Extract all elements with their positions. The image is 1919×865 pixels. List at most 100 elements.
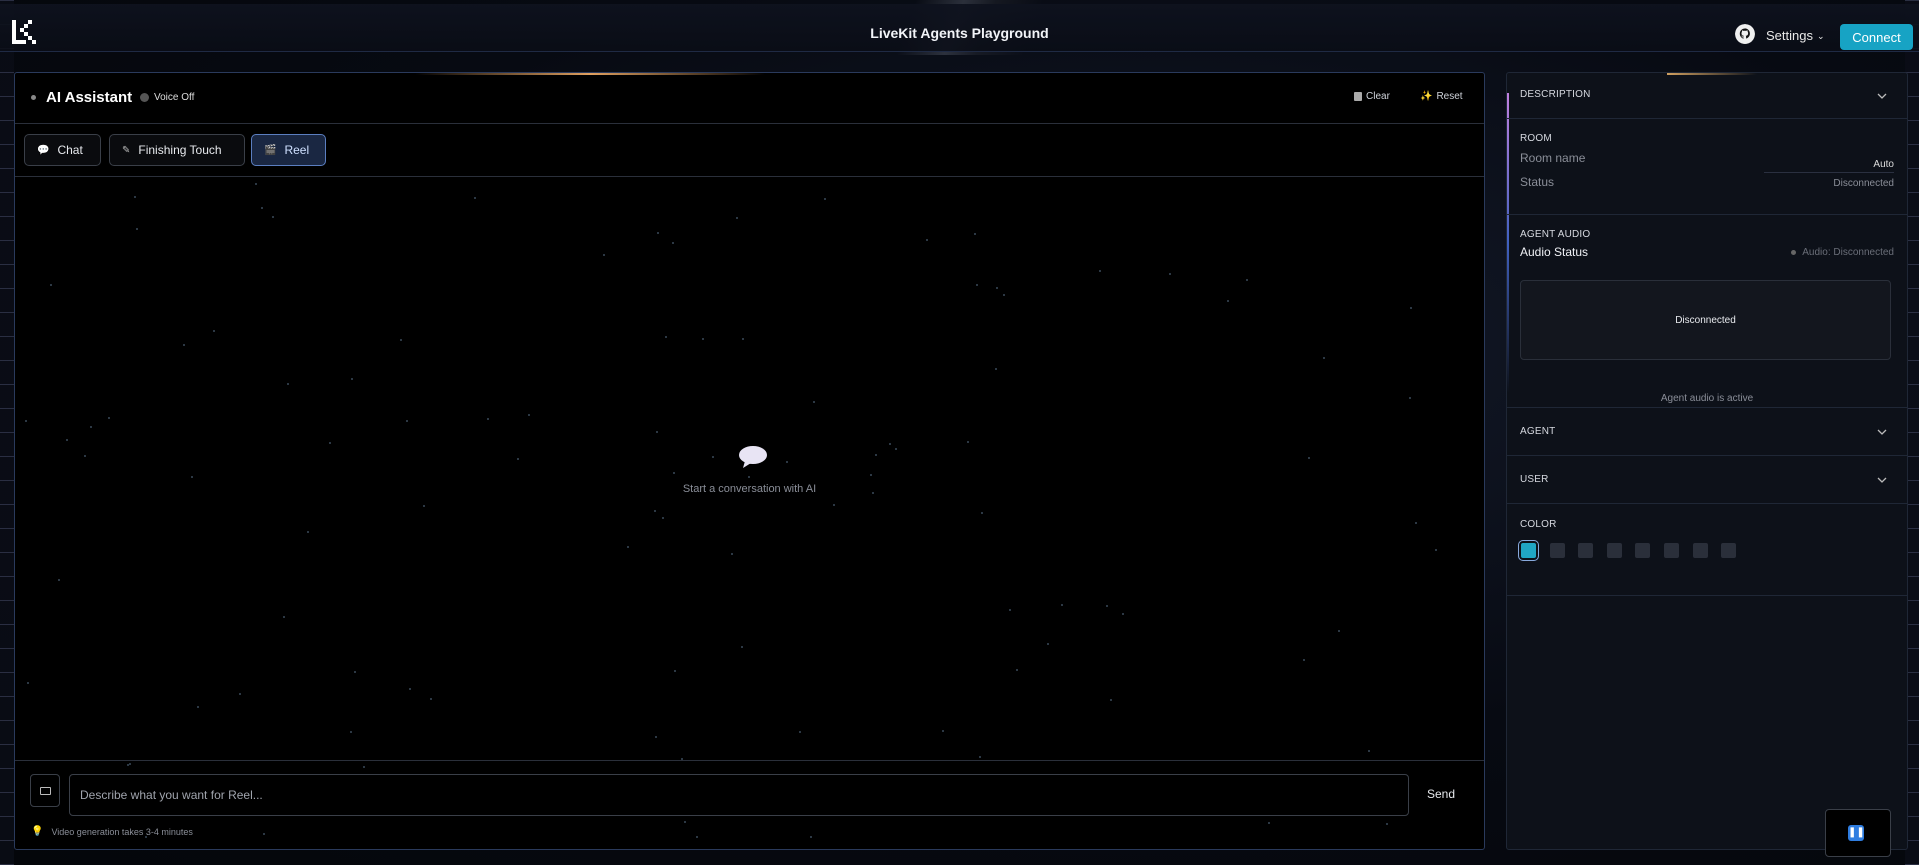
- settings-dropdown[interactable]: Settings ⌄: [1766, 28, 1825, 43]
- user-title: USER: [1520, 474, 1549, 485]
- brush-icon: ✎: [122, 144, 131, 156]
- star-decoration: [889, 443, 891, 445]
- star-decoration: [895, 448, 897, 450]
- hint-text: Video generation takes 3-4 minutes: [51, 826, 193, 837]
- star-decoration: [996, 287, 998, 289]
- lightbulb-icon: 💡: [31, 826, 44, 837]
- clear-label: Clear: [1366, 91, 1390, 102]
- star-decoration: [134, 196, 136, 198]
- chevron-down-icon: [1877, 477, 1887, 483]
- star-decoration: [1308, 457, 1310, 459]
- description-section[interactable]: DESCRIPTION: [1507, 73, 1907, 119]
- star-decoration: [657, 232, 659, 234]
- tab-label: Chat: [57, 143, 83, 157]
- agent-section[interactable]: AGENT: [1507, 408, 1907, 456]
- star-decoration: [287, 383, 289, 385]
- star-decoration: [1303, 659, 1305, 661]
- star-decoration: [1368, 750, 1370, 752]
- star-decoration: [875, 454, 877, 456]
- star-decoration: [409, 688, 411, 690]
- reset-label: Reset: [1436, 91, 1463, 102]
- star-decoration: [1099, 270, 1101, 272]
- tab-reel[interactable]: 🎬 Reel: [251, 134, 326, 166]
- star-decoration: [1227, 300, 1229, 302]
- status-dot-icon: [31, 95, 36, 100]
- star-decoration: [90, 426, 92, 428]
- star-decoration: [25, 420, 27, 422]
- trash-icon: [1354, 92, 1362, 101]
- star-decoration: [191, 476, 193, 478]
- star-decoration: [741, 646, 743, 648]
- description-title: DESCRIPTION: [1520, 89, 1591, 100]
- color-swatch[interactable]: [1635, 543, 1651, 558]
- star-decoration: [283, 616, 285, 618]
- star-decoration: [487, 418, 489, 420]
- color-swatch[interactable]: [1549, 543, 1565, 558]
- star-decoration: [926, 239, 928, 241]
- color-swatch[interactable]: [1692, 543, 1708, 558]
- star-decoration: [27, 682, 29, 684]
- attach-image-button[interactable]: [30, 774, 60, 807]
- star-decoration: [406, 420, 408, 422]
- agent-title: AGENT: [1520, 426, 1556, 437]
- voice-status: Voice Off: [154, 92, 195, 103]
- chevron-down-icon: [1877, 429, 1887, 435]
- audio-active-text: Agent audio is active: [1660, 393, 1754, 404]
- reset-button[interactable]: ✨ Reset: [1420, 91, 1463, 102]
- clear-button[interactable]: Clear: [1354, 91, 1390, 102]
- chat-panel: AI Assistant Voice Off Clear ✨ Reset 💬 C…: [14, 72, 1485, 850]
- room-name-input[interactable]: [1764, 157, 1894, 173]
- star-decoration: [981, 512, 983, 514]
- star-decoration: [967, 441, 969, 443]
- mode-tabs: 💬 Chat ✎ Finishing Touch 🎬 Reel: [15, 124, 1484, 177]
- star-decoration: [517, 458, 519, 460]
- star-decoration: [786, 461, 788, 463]
- star-decoration: [712, 456, 714, 458]
- star-decoration: [662, 517, 664, 519]
- star-decoration: [255, 183, 257, 185]
- tab-finishing-touch[interactable]: ✎ Finishing Touch: [109, 134, 245, 166]
- github-icon[interactable]: [1735, 24, 1755, 44]
- star-decoration: [239, 693, 241, 695]
- star-decoration: [58, 579, 60, 581]
- star-decoration: [673, 472, 675, 474]
- panel-header: AI Assistant Voice Off Clear ✨ Reset: [15, 73, 1484, 124]
- star-decoration: [84, 455, 86, 457]
- star-decoration: [423, 505, 425, 507]
- star-decoration: [603, 254, 605, 256]
- send-button[interactable]: Send: [1427, 787, 1455, 801]
- star-decoration: [50, 284, 52, 286]
- composer: Send 💡 Video generation takes 3-4 minute…: [15, 760, 1484, 849]
- prompt-input[interactable]: [69, 774, 1409, 816]
- color-title: COLOR: [1520, 519, 1557, 530]
- color-swatch[interactable]: [1721, 543, 1737, 558]
- star-decoration: [813, 401, 815, 403]
- audio-status-value: Audio: Disconnected: [1802, 247, 1894, 258]
- floating-control[interactable]: ❚❚: [1825, 809, 1891, 857]
- chevron-down-icon: [1877, 93, 1887, 99]
- color-swatch[interactable]: [1518, 540, 1539, 561]
- connect-button[interactable]: Connect: [1840, 24, 1913, 50]
- empty-state-text: Start a conversation with AI: [682, 483, 817, 495]
- star-decoration: [833, 504, 835, 506]
- tab-label: Reel: [284, 143, 310, 157]
- tab-chat[interactable]: 💬 Chat: [24, 134, 101, 166]
- color-swatch[interactable]: [1664, 543, 1679, 558]
- chevron-down-icon: ⌄: [1816, 31, 1825, 41]
- color-swatch[interactable]: [1606, 543, 1622, 558]
- tab-label: Finishing Touch: [138, 143, 222, 157]
- app-title: LiveKit Agents Playground: [870, 25, 1049, 41]
- color-swatch[interactable]: [1578, 543, 1594, 558]
- star-decoration: [748, 476, 750, 478]
- star-decoration: [799, 731, 801, 733]
- top-bar: LiveKit Agents Playground Settings ⌄ Conn…: [0, 4, 1919, 52]
- agent-audio-title: AGENT AUDIO: [1520, 229, 1591, 240]
- star-decoration: [1110, 699, 1112, 701]
- assistant-title: AI Assistant: [46, 89, 133, 106]
- star-decoration: [1047, 643, 1049, 645]
- star-decoration: [528, 414, 530, 416]
- star-decoration: [702, 338, 704, 340]
- user-section[interactable]: USER: [1507, 456, 1907, 504]
- star-decoration: [1409, 397, 1411, 399]
- star-decoration: [307, 531, 309, 533]
